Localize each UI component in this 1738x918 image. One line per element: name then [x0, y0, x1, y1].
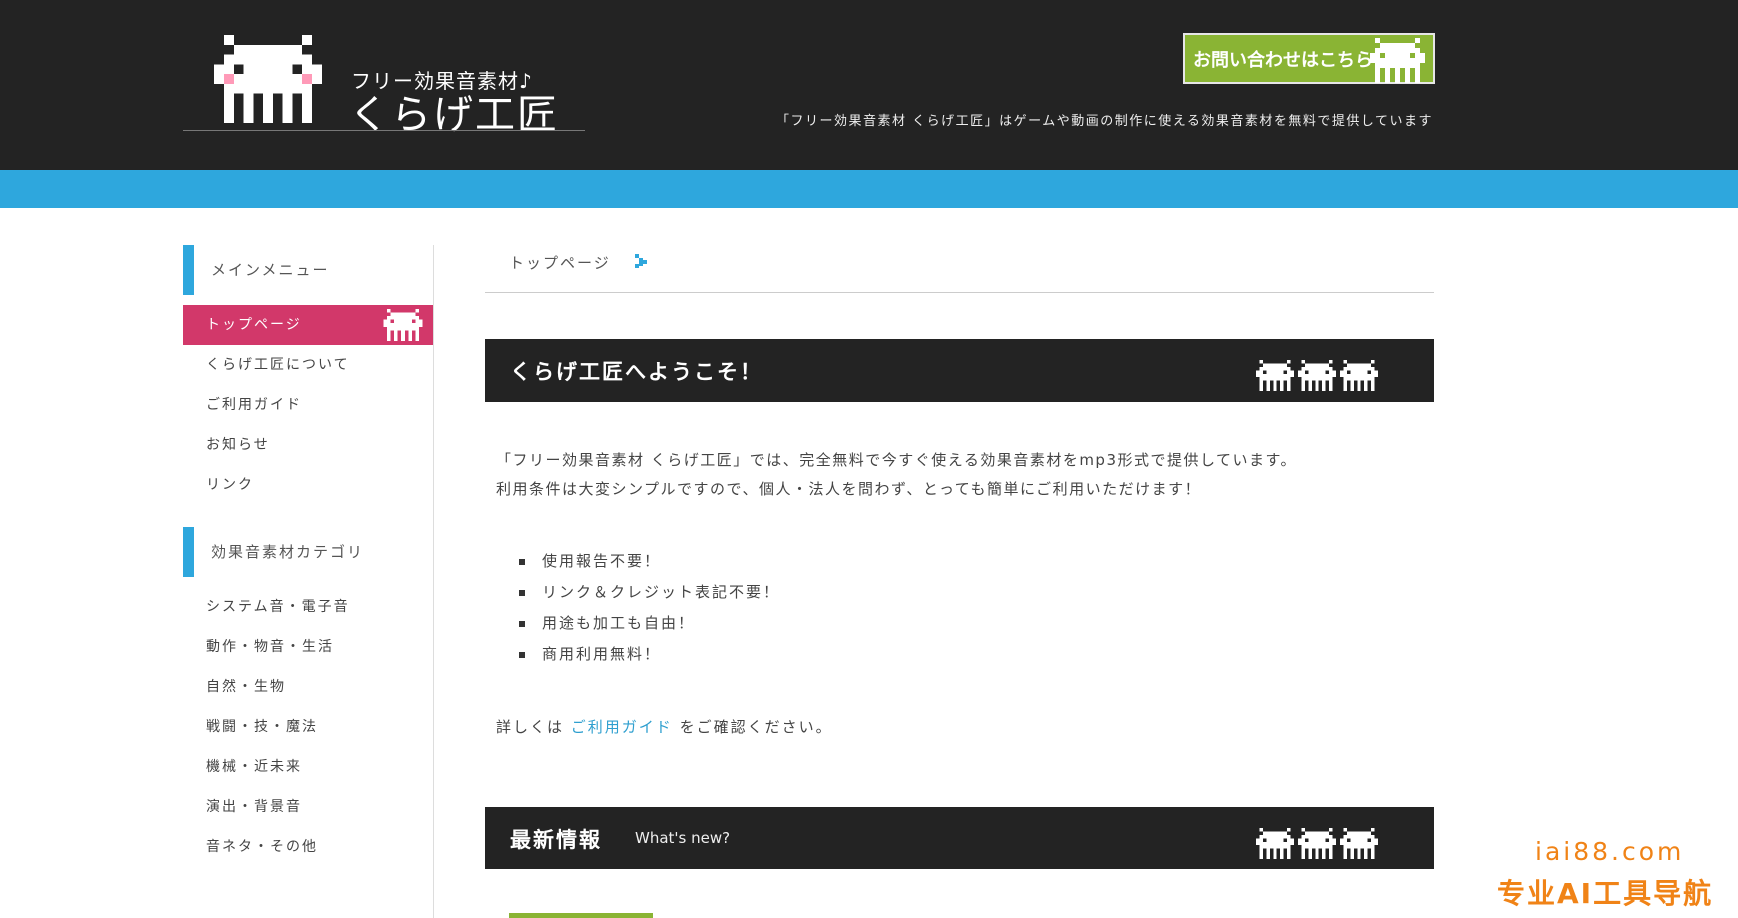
- news-header-bar: 最新情報 What's new?: [485, 807, 1434, 869]
- main-menu: トップページ くらげ工匠について ご利用ガイド お知らせ リンク: [183, 305, 433, 505]
- welcome-intro: 「フリー効果音素材 くらげ工匠」では、完全無料で今すぐ使える効果音素材をmp3形…: [496, 446, 1396, 504]
- sidebar-item-label: くらげ工匠について: [206, 357, 350, 373]
- guide-reference: 詳しくは ご利用ガイド をご確認ください。: [496, 716, 833, 737]
- watermark-domain: iai88.com: [1535, 837, 1685, 866]
- sidebar-item-system-sounds[interactable]: システム音・電子音: [183, 587, 433, 627]
- logo-title: くらげ工匠: [349, 92, 559, 138]
- sidebar-item-top-page[interactable]: トップページ: [183, 305, 433, 345]
- sidebar-item-label: 戦闘・技・魔法: [206, 719, 318, 735]
- sidebar-item-news[interactable]: お知らせ: [183, 425, 433, 465]
- jellyfish-mascot-icon: [1298, 360, 1336, 391]
- sidebar-item-links[interactable]: リンク: [183, 465, 433, 505]
- sidebar-item-label: お知らせ: [206, 437, 270, 453]
- list-item: 使用報告不要！: [497, 546, 780, 577]
- sidebar-item-nature-sounds[interactable]: 自然・生物: [183, 667, 433, 707]
- feature-list: 使用報告不要！ リンク＆クレジット表記不要！ 用途も加工も自由！ 商用利用無料！: [497, 546, 780, 670]
- site-tagline: 「フリー効果音素材 くらげ工匠」はゲームや動画の制作に使える効果音素材を無料で提…: [776, 114, 1433, 129]
- breadcrumb-current[interactable]: トップページ: [509, 252, 611, 273]
- intro-line: 利用条件は大変シンプルですので、個人・法人を問わず、とっても簡単にご利用いただけ…: [496, 480, 1202, 498]
- jellyfish-mascot-icon: [1298, 828, 1336, 859]
- intro-line: 「フリー効果音素材 くらげ工匠」では、完全無料で今すぐ使える効果音素材をmp3形…: [496, 451, 1298, 469]
- guide-link[interactable]: ご利用ガイド: [571, 718, 673, 736]
- sidebar-item-guide[interactable]: ご利用ガイド: [183, 385, 433, 425]
- site-logo[interactable]: フリー効果音素材♪ くらげ工匠: [183, 30, 585, 138]
- list-item: リンク＆クレジット表記不要！: [497, 577, 780, 608]
- header-accent-band: [0, 170, 1738, 208]
- jellyfish-mascot-icon: [1256, 360, 1294, 391]
- news-subtitle: What's new?: [635, 829, 731, 847]
- mascot-row: [1256, 828, 1378, 859]
- sidebar-item-label: システム音・電子音: [206, 599, 350, 615]
- news-title: 最新情報: [510, 828, 602, 852]
- jellyfish-mascot-icon: [1370, 38, 1425, 83]
- welcome-header-bar: くらげ工匠へようこそ！: [485, 339, 1434, 402]
- sidebar-item-battle-sounds[interactable]: 戦闘・技・魔法: [183, 707, 433, 747]
- jellyfish-mascot-icon: [214, 35, 322, 123]
- jellyfish-mascot-icon: [1340, 828, 1378, 859]
- welcome-title: くらげ工匠へようこそ！: [510, 360, 763, 384]
- sidebar-item-label: トップページ: [206, 317, 302, 333]
- contact-button-label: お問い合わせはこちら: [1193, 49, 1373, 71]
- sidebar-item-label: 自然・生物: [206, 679, 286, 695]
- guide-reference-suffix: をご確認ください。: [679, 718, 833, 736]
- watermark-label: 专业AI工具导航: [1497, 877, 1714, 910]
- sidebar: メインメニュー トップページ くらげ工匠について ご利用ガイド お知らせ リンク…: [183, 245, 434, 918]
- list-item: 用途も加工も自由！: [497, 608, 780, 639]
- news-tab-indicator[interactable]: [509, 913, 653, 918]
- breadcrumb: トップページ: [485, 245, 1434, 293]
- sidebar-item-action-sounds[interactable]: 動作・物音・生活: [183, 627, 433, 667]
- sidebar-item-label: リンク: [206, 477, 254, 493]
- sidebar-item-label: ご利用ガイド: [206, 397, 302, 413]
- mascot-row: [1256, 360, 1378, 391]
- category-menu: システム音・電子音 動作・物音・生活 自然・生物 戦闘・技・魔法 機械・近未来 …: [183, 587, 433, 867]
- sidebar-item-effect-sounds[interactable]: 演出・背景音: [183, 787, 433, 827]
- contact-button[interactable]: お問い合わせはこちら: [1183, 33, 1435, 84]
- sidebar-item-label: 動作・物音・生活: [206, 639, 334, 655]
- sidebar-item-machine-sounds[interactable]: 機械・近未来: [183, 747, 433, 787]
- category-heading: 効果音素材カテゴリ: [183, 527, 433, 577]
- jellyfish-mascot-icon: [1256, 828, 1294, 859]
- sidebar-item-label: 演出・背景音: [206, 799, 302, 815]
- logo-underline: [183, 130, 585, 131]
- list-item: 商用利用無料！: [497, 639, 780, 670]
- sidebar-item-label: 音ネタ・その他: [206, 839, 318, 855]
- guide-reference-prefix: 詳しくは: [496, 718, 565, 736]
- site-header: フリー効果音素材♪ くらげ工匠 お問い合わせはこちら 「フリー効果音素材 くらげ…: [0, 0, 1738, 170]
- sidebar-item-other-sounds[interactable]: 音ネタ・その他: [183, 827, 433, 867]
- main-menu-heading: メインメニュー: [183, 245, 433, 295]
- pixel-arrow-icon: [635, 254, 647, 268]
- sidebar-item-label: 機械・近未来: [206, 759, 302, 775]
- jellyfish-mascot-icon: [1340, 360, 1378, 391]
- sidebar-item-about[interactable]: くらげ工匠について: [183, 345, 433, 385]
- jellyfish-mascot-icon: [383, 309, 423, 341]
